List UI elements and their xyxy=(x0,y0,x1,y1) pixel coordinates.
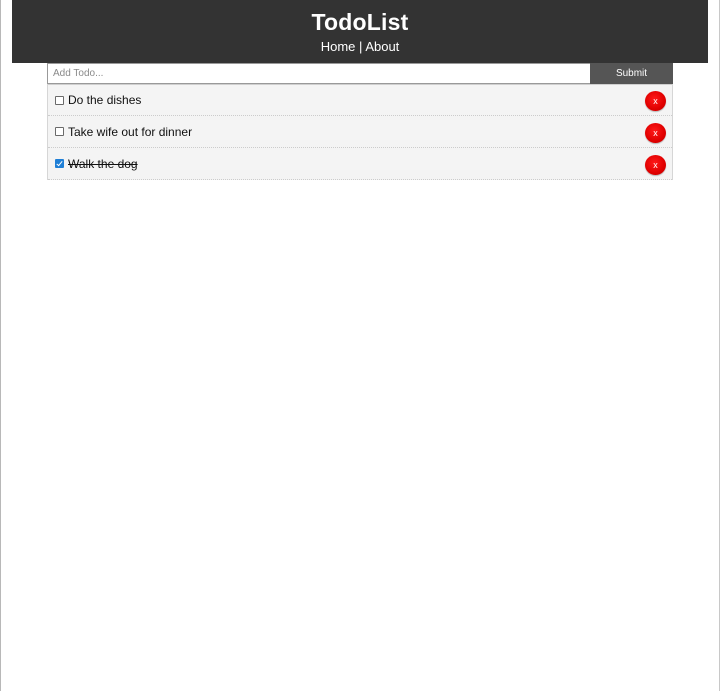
todo-item: Walk the dog x xyxy=(48,148,672,180)
delete-todo-button[interactable]: x xyxy=(645,122,666,143)
todo-list: Do the dishes x Take wife out for dinner… xyxy=(47,84,673,180)
nav-separator: | xyxy=(359,39,363,54)
todo-title: Walk the dog xyxy=(68,156,138,171)
todo-app: TodoList Home | About Submit Do the dish… xyxy=(12,0,708,180)
todo-checkbox[interactable] xyxy=(55,95,64,105)
todo-title: Take wife out for dinner xyxy=(68,124,193,139)
nav-link-about[interactable]: About xyxy=(365,39,399,54)
app-header: TodoList Home | About xyxy=(12,0,708,63)
todo-item: Take wife out for dinner x xyxy=(48,116,672,148)
delete-todo-button[interactable]: x xyxy=(645,91,666,111)
window-left-border xyxy=(0,0,1,691)
submit-button[interactable]: Submit xyxy=(590,63,673,84)
main-content: Submit Do the dishes x Take wife out for… xyxy=(47,63,673,180)
add-todo-input[interactable] xyxy=(47,63,590,84)
todo-checkbox[interactable] xyxy=(55,159,64,168)
app-title: TodoList xyxy=(311,9,409,35)
main-nav: Home | About xyxy=(12,39,708,55)
delete-todo-button[interactable]: x xyxy=(645,154,666,175)
todo-checkbox[interactable] xyxy=(55,127,64,136)
todo-item: Do the dishes x xyxy=(48,84,672,116)
add-todo-form: Submit xyxy=(47,63,673,84)
nav-link-home[interactable]: Home xyxy=(321,39,356,54)
todo-title: Do the dishes xyxy=(68,93,142,107)
